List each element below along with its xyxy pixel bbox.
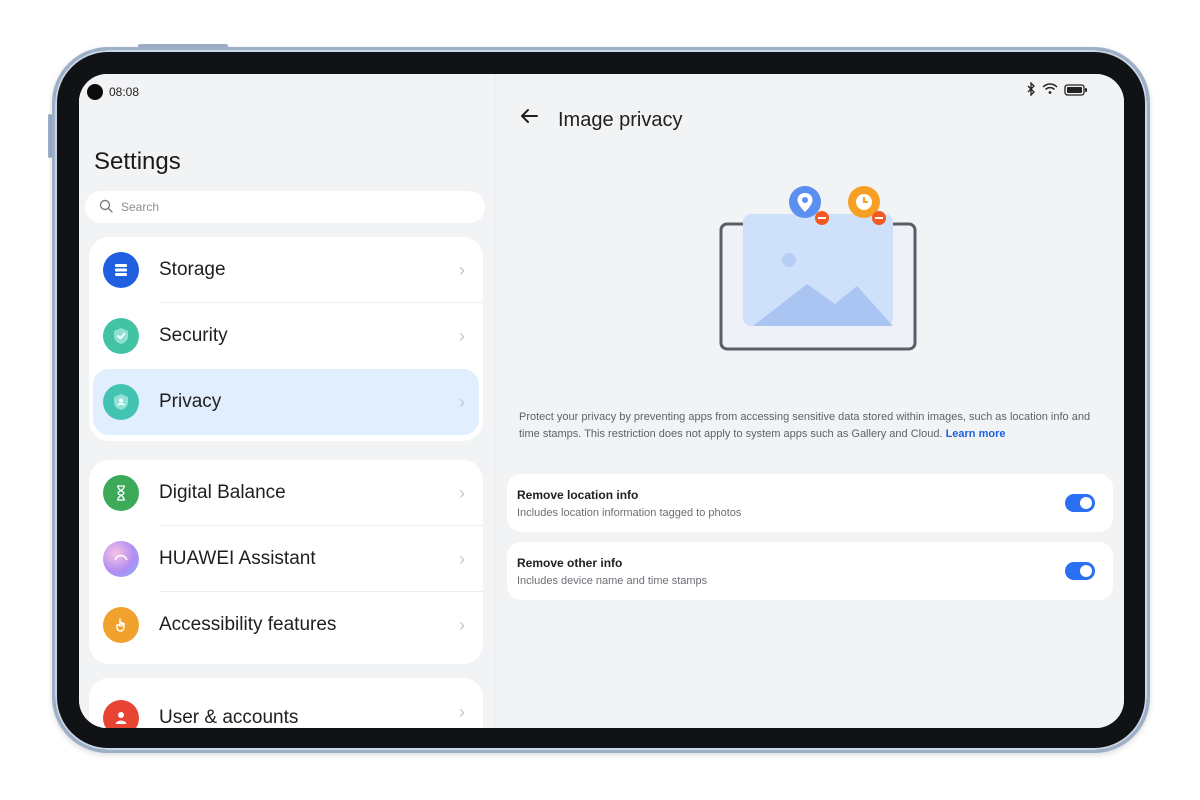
settings-item-user-accounts[interactable]: User & accounts › (89, 678, 483, 728)
settings-group-2: Digital Balance › HUAWEI Assistant › Acc… (89, 460, 483, 664)
search-placeholder: Search (121, 200, 160, 214)
privacy-description: Protect your privacy by preventing apps … (519, 409, 1109, 443)
wifi-icon (1042, 82, 1058, 101)
settings-item-privacy[interactable]: Privacy › (93, 369, 479, 435)
status-time: 08:08 (109, 85, 140, 99)
settings-item-security[interactable]: Security › (89, 303, 483, 369)
chevron-right-icon: › (459, 702, 465, 722)
settings-item-label: Digital Balance (159, 482, 286, 503)
remove-location-toggle[interactable] (1065, 494, 1095, 512)
settings-item-accessibility[interactable]: Accessibility features › (89, 592, 483, 658)
screen: 08:08 Settings Search Storage › Security… (79, 74, 1124, 728)
chevron-right-icon: › (459, 548, 465, 569)
search-icon (99, 199, 113, 216)
settings-group-3: User & accounts › (89, 678, 483, 728)
status-bar-right (1026, 81, 1088, 101)
option-remove-location-info[interactable]: Remove location info Includes location i… (507, 474, 1113, 532)
settings-item-storage[interactable]: Storage › (89, 237, 483, 303)
image-privacy-illustration (709, 184, 919, 354)
image-privacy-pane: Image privacy Protect your privacy by pr… (495, 74, 1124, 728)
chevron-right-icon: › (459, 482, 465, 503)
hand-pointer-icon (103, 607, 139, 643)
assistant-orb-icon (103, 541, 139, 577)
settings-item-label: Security (159, 325, 228, 346)
search-input[interactable]: Search (85, 191, 485, 223)
option-title: Remove location info (517, 488, 639, 502)
battery-icon (1064, 83, 1088, 101)
page-title: Settings (94, 148, 181, 175)
settings-item-label: HUAWEI Assistant (159, 548, 316, 569)
settings-item-label: Accessibility features (159, 614, 337, 635)
chevron-right-icon: › (459, 259, 465, 280)
storage-icon (103, 252, 139, 288)
settings-item-label: User & accounts (159, 707, 299, 728)
bluetooth-icon (1026, 81, 1036, 101)
front-camera (87, 84, 103, 100)
learn-more-link[interactable]: Learn more (946, 428, 1006, 440)
hourglass-icon (103, 475, 139, 511)
option-subtitle: Includes location information tagged to … (517, 507, 742, 519)
back-arrow-icon[interactable] (517, 104, 541, 128)
status-bar-left: 08:08 (87, 84, 139, 100)
settings-pane: 08:08 Settings Search Storage › Security… (79, 74, 495, 728)
user-icon (103, 700, 139, 728)
chevron-right-icon: › (459, 391, 465, 412)
option-remove-other-info[interactable]: Remove other info Includes device name a… (507, 542, 1113, 600)
settings-item-label: Privacy (159, 391, 222, 412)
option-subtitle: Includes device name and time stamps (517, 575, 708, 587)
chevron-right-icon: › (459, 325, 465, 346)
privacy-shield-icon (103, 384, 139, 420)
page-title: Image privacy (558, 109, 683, 131)
option-title: Remove other info (517, 556, 623, 570)
remove-other-toggle[interactable] (1065, 562, 1095, 580)
chevron-right-icon: › (459, 614, 465, 635)
settings-group-1: Storage › Security › Privacy › (89, 237, 483, 441)
settings-item-label: Storage (159, 259, 226, 280)
settings-item-digital-balance[interactable]: Digital Balance › (89, 460, 483, 526)
settings-item-huawei-assistant[interactable]: HUAWEI Assistant › (89, 526, 483, 592)
shield-check-icon (103, 318, 139, 354)
